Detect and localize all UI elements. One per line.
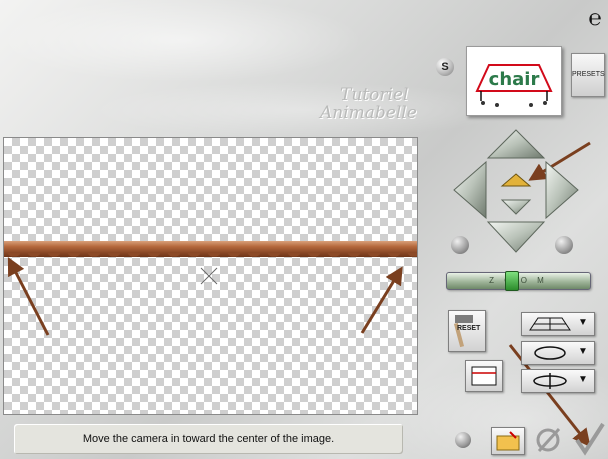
- status-bar: Move the camera in toward the center of …: [14, 424, 403, 454]
- floor-grid-dropdown[interactable]: ▼: [521, 312, 595, 336]
- chevron-down-icon: ▼: [578, 317, 588, 328]
- rotation-dropdown[interactable]: ▼: [521, 341, 595, 365]
- annotation-arrow-right: [360, 266, 403, 334]
- chevron-down-icon: ▼: [578, 374, 588, 385]
- chevron-down-icon: ▼: [578, 346, 588, 357]
- grid-icon[interactable]: [455, 432, 471, 448]
- orbit-icon: [533, 373, 567, 389]
- rotate-left-icon[interactable]: [451, 236, 469, 254]
- grid-floor-icon: [529, 317, 571, 331]
- rotate-right-icon[interactable]: [555, 236, 573, 254]
- status-message: Move the camera in toward the center of …: [82, 433, 335, 445]
- cancel-icon[interactable]: [533, 425, 563, 455]
- orbit-dropdown[interactable]: ▼: [521, 369, 595, 393]
- ok-check-icon[interactable]: [571, 420, 607, 456]
- rotate-loop-icon: [534, 346, 566, 360]
- reset-label: RESET: [457, 325, 481, 332]
- open-folder-icon: [496, 431, 520, 451]
- arrow-down-icon[interactable]: [486, 221, 546, 253]
- move-down-icon[interactable]: [500, 199, 532, 215]
- zoom-slider-thumb[interactable]: [504, 271, 519, 291]
- arrow-right-icon[interactable]: [545, 160, 579, 220]
- annotation-arrow-left: [7, 256, 50, 336]
- arrow-up-icon[interactable]: [486, 129, 546, 159]
- arrow-left-icon[interactable]: [453, 160, 487, 220]
- frame-icon: [471, 366, 497, 386]
- move-up-icon[interactable]: [500, 173, 532, 187]
- frame-button[interactable]: [465, 360, 503, 392]
- reset-button[interactable]: RESET: [448, 310, 486, 352]
- open-folder-button[interactable]: [491, 427, 525, 455]
